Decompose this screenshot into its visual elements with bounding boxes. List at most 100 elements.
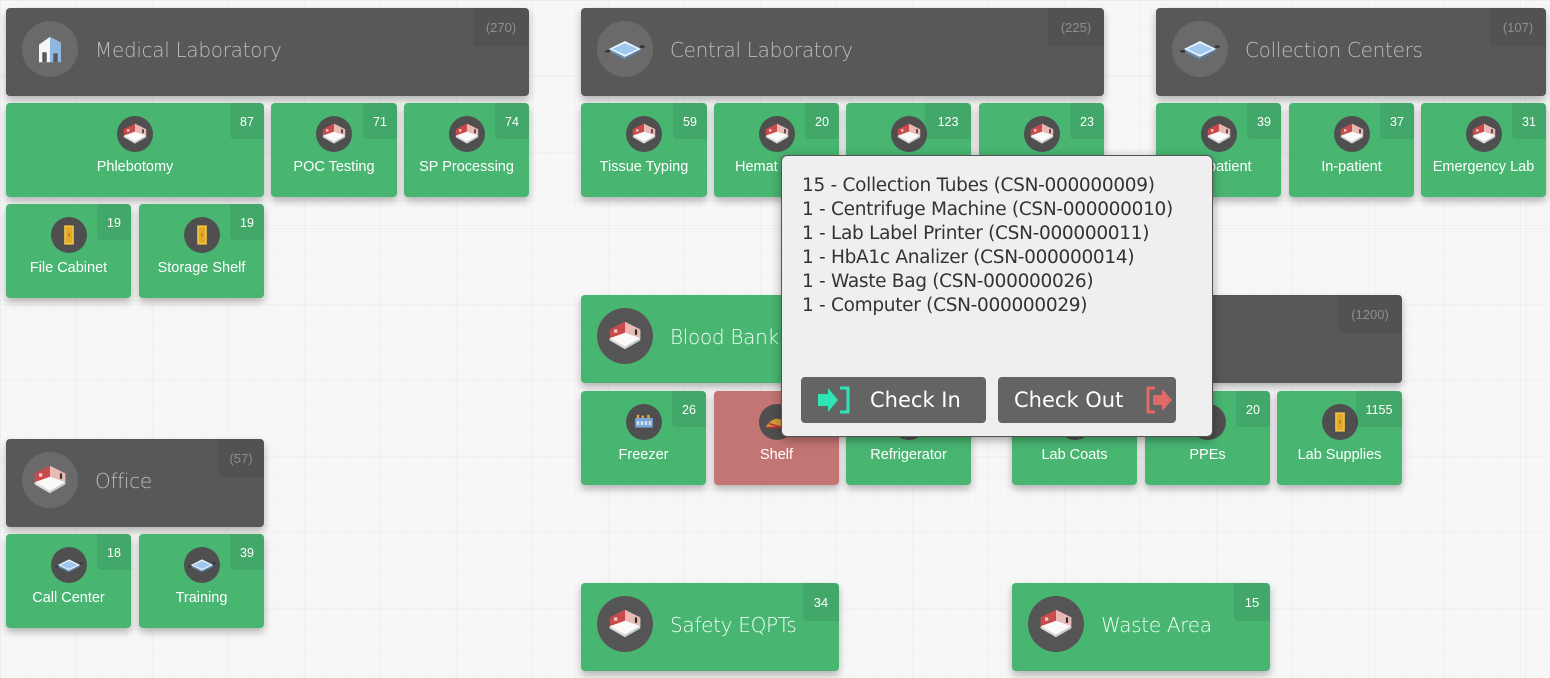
tile-label: Storage Shelf xyxy=(157,260,246,276)
check-out-button[interactable]: Check Out xyxy=(998,377,1176,423)
tile-count: 20 xyxy=(1236,391,1270,427)
tile-training[interactable]: Training 39 xyxy=(139,534,264,628)
tile-label: Tissue Typing xyxy=(599,159,689,175)
tile-emergency-lab[interactable]: Emergency Lab 31 xyxy=(1421,103,1546,197)
tile-count: 37 xyxy=(1380,103,1414,139)
room-icon xyxy=(890,116,927,152)
tile-label: patient xyxy=(1208,159,1252,175)
check-out-label: Check Out xyxy=(1014,388,1124,412)
tile-label: Emergency Lab xyxy=(1432,159,1535,175)
room-icon xyxy=(448,116,485,152)
tile-poc-testing[interactable]: POC Testing 71 xyxy=(271,103,397,197)
tile-count: 1155 xyxy=(1356,391,1402,427)
cabinet-icon xyxy=(1321,404,1358,440)
tile-in-patient[interactable]: In-patient 37 xyxy=(1289,103,1414,197)
tile-call-center[interactable]: Call Center 18 xyxy=(6,534,131,628)
group-title: Blood Bank xyxy=(670,325,779,349)
tile-file-cabinet[interactable]: File Cabinet 19 xyxy=(6,204,131,298)
list-item: 15 - Collection Tubes (CSN-000000009) xyxy=(802,175,1155,196)
items-popup: 15 - Collection Tubes (CSN-000000009) 1 … xyxy=(781,155,1213,437)
group-count: (107) xyxy=(1490,8,1546,46)
tile-label: Call Center xyxy=(32,590,105,606)
group-count: (225) xyxy=(1048,8,1104,46)
room-icon xyxy=(316,116,352,152)
list-item: 1 - Centrifuge Machine (CSN-000000010) xyxy=(802,199,1173,220)
tile-storage-shelf[interactable]: Storage Shelf 19 xyxy=(139,204,264,298)
tile-count: 23 xyxy=(1070,103,1104,139)
tile-count: 18 xyxy=(97,534,131,570)
floor-icon xyxy=(50,547,87,583)
floor-icon xyxy=(183,547,220,583)
tile-title: Safety EQPTs xyxy=(670,613,797,637)
group-title: Central Laboratory xyxy=(670,38,853,62)
cabinet-icon xyxy=(183,217,220,253)
tile-label: Lab Coats xyxy=(1041,447,1108,463)
tile-count: 31 xyxy=(1512,103,1546,139)
cabinet-icon xyxy=(50,217,87,253)
room-icon xyxy=(1333,116,1370,152)
tile-freezer[interactable]: Freezer 26 xyxy=(581,391,706,485)
list-item: 1 - Waste Bag (CSN-000000026) xyxy=(802,271,1094,292)
item-list: 15 - Collection Tubes (CSN-000000009) 1 … xyxy=(782,156,1212,318)
room-icon xyxy=(1465,116,1502,152)
room-icon xyxy=(1023,116,1060,152)
group-header-office[interactable]: Office (57) xyxy=(6,439,264,527)
room-icon xyxy=(597,308,653,364)
tile-count: 39 xyxy=(230,534,264,570)
tile-count: 123 xyxy=(925,103,971,139)
room-icon xyxy=(1028,596,1084,652)
tile-label: Training xyxy=(175,590,228,606)
floor-icon xyxy=(1172,21,1228,77)
building-icon xyxy=(22,21,78,77)
tile-label: Phlebotomy xyxy=(96,159,174,175)
group-count: (270) xyxy=(473,8,529,46)
tile-count: 19 xyxy=(97,204,131,240)
tile-count: 71 xyxy=(363,103,397,139)
tile-tissue-typing[interactable]: Tissue Typing 59 xyxy=(581,103,707,197)
tile-label: SP Processing xyxy=(419,159,514,175)
tile-label: File Cabinet xyxy=(29,260,108,276)
tile-sp-processing[interactable]: SP Processing 74 xyxy=(404,103,529,197)
room-icon xyxy=(117,116,153,152)
tile-title: Waste Area xyxy=(1101,613,1212,637)
group-title: Office xyxy=(95,469,152,493)
list-item: 1 - Lab Label Printer (CSN-000000011) xyxy=(802,223,1150,244)
room-icon xyxy=(597,596,653,652)
group-count: (1200) xyxy=(1338,295,1402,333)
tile-label: Refrigerator xyxy=(870,447,947,463)
tile-label: Freezer xyxy=(618,447,669,463)
tile-count: 74 xyxy=(495,103,529,139)
room-icon xyxy=(22,452,78,508)
tile-count: 87 xyxy=(230,103,264,139)
group-title: Medical Laboratory xyxy=(95,38,282,62)
room-icon xyxy=(626,116,662,152)
sign-in-icon xyxy=(816,385,852,415)
room-icon xyxy=(758,116,795,152)
group-header-medical-laboratory[interactable]: Medical Laboratory (270) xyxy=(6,8,529,96)
tile-lab-supplies[interactable]: Lab Supplies 1155 xyxy=(1277,391,1402,485)
tile-label: POC Testing xyxy=(293,159,375,175)
tile-count: 59 xyxy=(673,103,707,139)
check-in-button[interactable]: Check In xyxy=(801,377,986,423)
list-item: 1 - Computer (CSN-000000029) xyxy=(802,295,1088,316)
tile-label: Lab Supplies xyxy=(1297,447,1382,463)
tile-count: 34 xyxy=(803,583,839,621)
tile-count: 39 xyxy=(1247,103,1281,139)
tile-count: 26 xyxy=(672,391,706,427)
tile-count: 15 xyxy=(1234,583,1270,621)
tile-label: PPEs xyxy=(1189,447,1226,463)
sign-out-icon xyxy=(1145,385,1175,415)
group-count: (57) xyxy=(218,439,264,477)
tile-phlebotomy[interactable]: Phlebotomy 87 xyxy=(6,103,264,197)
tile-count: 20 xyxy=(805,103,839,139)
check-in-label: Check In xyxy=(870,388,961,412)
group-title: Collection Centers xyxy=(1245,38,1423,62)
tile-count: 19 xyxy=(230,204,264,240)
group-header-collection-centers[interactable]: Collection Centers (107) xyxy=(1156,8,1546,96)
group-header-central-laboratory[interactable]: Central Laboratory (225) xyxy=(581,8,1104,96)
tile-waste-area[interactable]: Waste Area 15 xyxy=(1012,583,1270,671)
floor-icon xyxy=(597,21,653,77)
tile-safety-eqpts[interactable]: Safety EQPTs 34 xyxy=(581,583,839,671)
tile-label: In-patient xyxy=(1321,159,1382,175)
freezer-icon xyxy=(625,404,662,440)
